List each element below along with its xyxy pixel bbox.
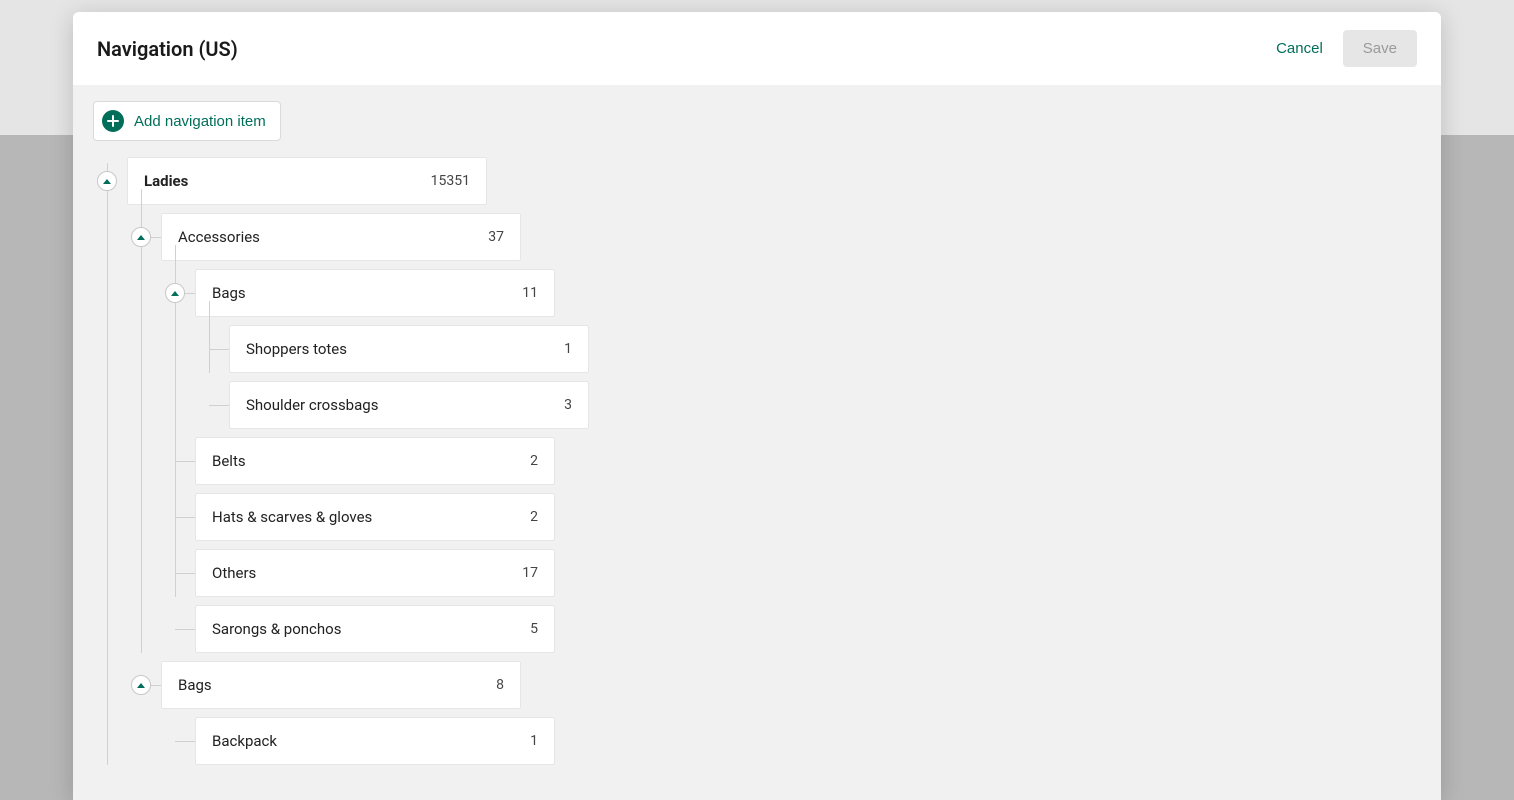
tree-node-accessories: Accessories 37: [127, 213, 1421, 653]
collapse-toggle[interactable]: [165, 283, 185, 303]
tree-node-others: Others 17: [161, 549, 1421, 597]
tree-item-others[interactable]: Others 17: [195, 549, 555, 597]
tree-node-ladies: Ladies 15351 Accesso: [93, 157, 1421, 765]
modal-actions: Cancel Save: [1276, 30, 1417, 67]
tree-item-count: 15351: [431, 173, 470, 189]
tree-item-count: 37: [488, 229, 504, 245]
collapse-toggle[interactable]: [131, 675, 151, 695]
tree-item-label: Bags: [212, 284, 246, 302]
tree-item-bags[interactable]: Bags 11: [195, 269, 555, 317]
tree-item-label: Belts: [212, 452, 246, 470]
tree-item-backpack[interactable]: Backpack 1: [195, 717, 555, 765]
tree-item-count: 5: [530, 621, 538, 637]
collapse-toggle[interactable]: [131, 227, 151, 247]
cancel-button[interactable]: Cancel: [1276, 40, 1323, 57]
add-navigation-item-button[interactable]: Add navigation item: [93, 101, 281, 141]
tree-item-label: Shoppers totes: [246, 340, 347, 358]
tree-item-count: 8: [496, 677, 504, 693]
tree-item-label: Accessories: [178, 228, 260, 246]
tree-node-bags-2: Bags 8 Backpack 1: [127, 661, 1421, 765]
tree-node-shoulder-crossbags: Shoulder crossbags 3: [195, 381, 1421, 429]
tree-item-count: 1: [564, 341, 572, 357]
modal-body: Add navigation item Ladies 15351: [73, 85, 1441, 800]
tree-node-shoppers-totes: Shoppers totes 1: [195, 325, 1421, 373]
tree-item-label: Ladies: [144, 172, 188, 190]
navigation-modal: Navigation (US) Cancel Save Add navigati…: [73, 12, 1441, 800]
tree-item-label: Shoulder crossbags: [246, 396, 378, 414]
collapse-toggle[interactable]: [97, 171, 117, 191]
modal-title: Navigation (US): [97, 37, 238, 61]
tree-item-shoppers-totes[interactable]: Shoppers totes 1: [229, 325, 589, 373]
navigation-tree: Ladies 15351 Accesso: [93, 157, 1421, 765]
tree-item-ladies[interactable]: Ladies 15351: [127, 157, 487, 205]
tree-item-accessories[interactable]: Accessories 37: [161, 213, 521, 261]
modal-header: Navigation (US) Cancel Save: [73, 12, 1441, 85]
tree-node-hats-scarves-gloves: Hats & scarves & gloves 2: [161, 493, 1421, 541]
tree-item-hats-scarves-gloves[interactable]: Hats & scarves & gloves 2: [195, 493, 555, 541]
tree-item-sarongs-ponchos[interactable]: Sarongs & ponchos 5: [195, 605, 555, 653]
tree-item-count: 2: [530, 453, 538, 469]
tree-item-belts[interactable]: Belts 2: [195, 437, 555, 485]
plus-icon: [102, 110, 124, 132]
tree-item-bags-2[interactable]: Bags 8: [161, 661, 521, 709]
tree-node-bags: Bags 11 Shoppers totes: [161, 269, 1421, 429]
tree-item-count: 2: [530, 509, 538, 525]
tree-item-label: Others: [212, 564, 256, 582]
tree-item-count: 3: [564, 397, 572, 413]
add-navigation-item-label: Add navigation item: [134, 113, 266, 130]
tree-item-count: 11: [522, 285, 538, 301]
save-button[interactable]: Save: [1343, 30, 1417, 67]
page-backdrop: Navigation (US) Cancel Save Add navigati…: [0, 0, 1514, 800]
tree-item-count: 1: [530, 733, 538, 749]
tree-item-shoulder-crossbags[interactable]: Shoulder crossbags 3: [229, 381, 589, 429]
tree-node-sarongs-ponchos: Sarongs & ponchos 5: [161, 605, 1421, 653]
tree-node-belts: Belts 2: [161, 437, 1421, 485]
tree-item-label: Hats & scarves & gloves: [212, 508, 372, 526]
tree-item-label: Bags: [178, 676, 212, 694]
tree-item-count: 17: [522, 565, 538, 581]
tree-item-label: Sarongs & ponchos: [212, 620, 341, 638]
tree-item-label: Backpack: [212, 732, 277, 750]
tree-node-backpack: Backpack 1: [161, 717, 1421, 765]
